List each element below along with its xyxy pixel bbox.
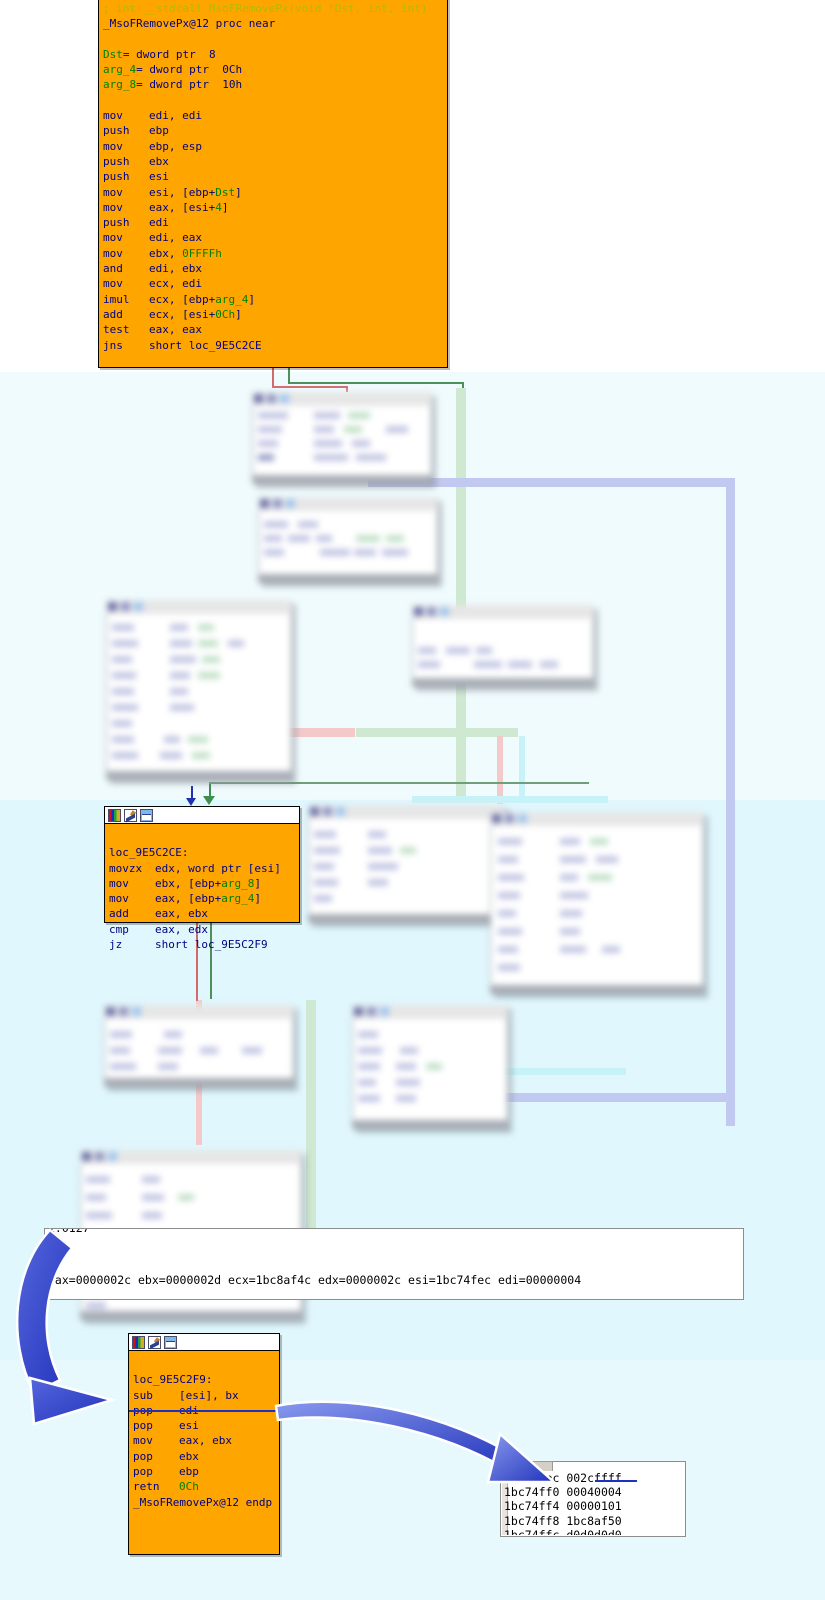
memory-row-value: 1bc8af50	[566, 1513, 622, 1528]
pencil-icon[interactable]	[124, 808, 137, 822]
arrowhead-blue-icon	[186, 798, 196, 806]
blurred-graph-node	[106, 600, 296, 784]
edge-entry-false	[272, 368, 274, 386]
memory-row-value: 00000101	[566, 1499, 622, 1514]
memory-row-value: 00040004	[566, 1485, 622, 1500]
memory-row: 1bc74ff0	[504, 1485, 560, 1500]
windbg-memory-dump[interactable]: 1bc74fec 002cffff 1bc74ff0 00040004 1bc7…	[500, 1461, 686, 1537]
edge-pale-cyan-h	[412, 796, 608, 803]
loc-9e5c2f9-block[interactable]: loc_9E5C2F9: sub [esi], bx pop edi pop esi mov e…	[128, 1333, 280, 1555]
edge-entry-true	[288, 368, 290, 382]
loc-9e5c2f9-code[interactable]: loc_9E5C2F9: sub [esi], bx pop edi pop esi mov e…	[129, 1351, 279, 1514]
chart-icon[interactable]	[108, 808, 121, 822]
memory-row: 1bc74ff4	[504, 1499, 560, 1514]
edge-pale-green-trunk	[456, 388, 466, 800]
memory-row-value: 002cffff	[566, 1471, 622, 1485]
node-titlebar[interactable]	[129, 1334, 279, 1351]
sub-instruction-underline	[129, 1410, 279, 1412]
memory-row: 1bc74ff8	[504, 1513, 560, 1528]
windbg-register-dump[interactable]: 1.0127 eax=0000002c ebx=0000002d ecx=1bc…	[44, 1228, 744, 1300]
loc-9e5c2ce-code[interactable]: loc_9E5C2CE: movzx edx, word ptr [esi] mov e…	[105, 824, 299, 956]
memory-row: 1bc74ffc	[504, 1527, 560, 1535]
window-icon[interactable]	[140, 808, 153, 822]
node-titlebar[interactable]	[105, 807, 299, 824]
blurred-graph-node	[104, 1005, 298, 1091]
edge-entry-true-h	[288, 382, 464, 384]
blurred-graph-node	[352, 1005, 512, 1133]
blurred-graph-node	[308, 805, 508, 927]
register-clipped-line: 1.0127	[48, 1228, 90, 1235]
blurred-graph-node	[252, 392, 436, 488]
memory-value-underline	[595, 1480, 637, 1482]
memory-window-tab[interactable]	[503, 1461, 553, 1471]
memory-row-value: d0d0d0d0	[566, 1527, 622, 1535]
canvas-background-lower	[0, 1360, 825, 1600]
edge-entry-false-h	[272, 386, 348, 388]
loc-9e5c2ce-block[interactable]: loc_9E5C2CE: movzx edx, word ptr [esi] mov e…	[104, 806, 300, 951]
function-entry-block[interactable]: ; int __stdcall MsoFRemovePx(void *Dst, …	[98, 0, 448, 368]
register-line-0: eax=0000002c ebx=0000002d ecx=1bc8af4c e…	[48, 1273, 582, 1288]
arrowhead-green-icon	[203, 796, 215, 805]
window-icon[interactable]	[164, 1335, 177, 1349]
edge-pale-blue-right	[726, 478, 735, 1126]
edge-pale-green-mid	[356, 728, 518, 737]
edge-pale-cyan-down	[519, 736, 525, 798]
blurred-graph-node	[490, 812, 708, 998]
blurred-graph-node	[412, 605, 598, 691]
pencil-icon[interactable]	[148, 1335, 161, 1349]
entry-block-code[interactable]: ; int __stdcall MsoFRemovePx(void *Dst, …	[99, 0, 447, 357]
blurred-graph-node	[258, 497, 442, 587]
edge-pale-red-down	[497, 736, 503, 804]
memory-rows: 1bc74fec 002cffff 1bc74ff0 00040004 1bc7…	[502, 1471, 684, 1535]
chart-icon[interactable]	[132, 1335, 145, 1349]
memory-row: 1bc74fec	[504, 1471, 560, 1485]
